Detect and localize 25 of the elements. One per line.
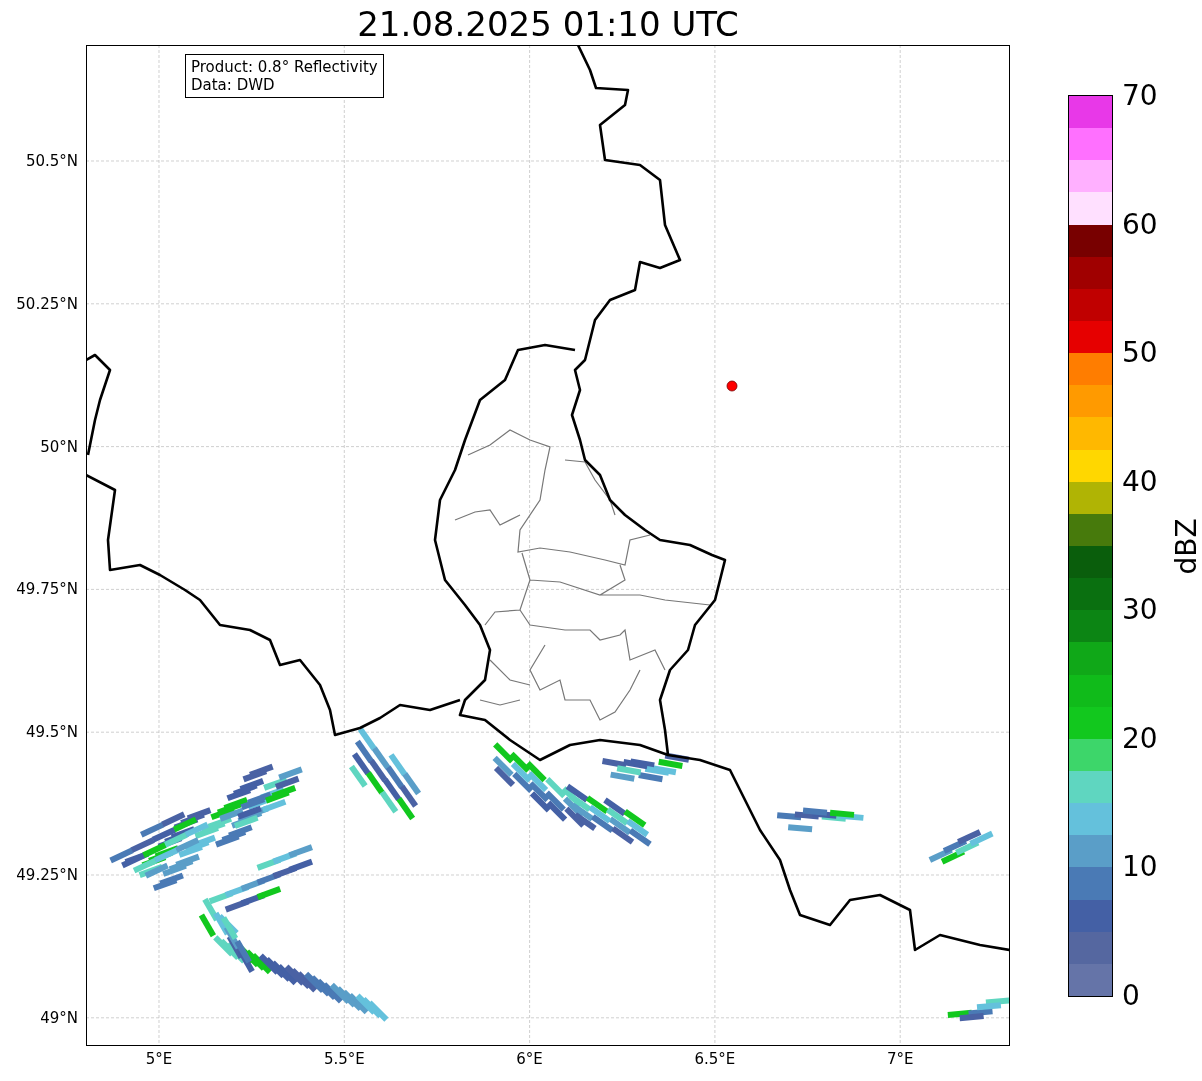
latitude-label: 50°N — [40, 437, 78, 456]
latitude-label: 49.75°N — [16, 580, 78, 599]
colorbar-tick-label: 20 — [1122, 721, 1158, 755]
longitude-label: 7°E — [886, 1050, 914, 1068]
location-marker — [726, 380, 738, 392]
latitude-label: 49°N — [40, 1008, 78, 1027]
longitude-label: 6.5°E — [694, 1050, 736, 1068]
latitude-label: 50.25°N — [16, 294, 78, 313]
chart-title: 21.08.2025 01:10 UTC — [356, 4, 740, 45]
legend-text: Data: DWD — [191, 76, 276, 94]
colorbar-label: dBZ — [1169, 518, 1202, 575]
longitude-label: 5.5°E — [323, 1050, 365, 1068]
colorbar-tick-label: 0 — [1122, 978, 1140, 1012]
colorbar-tick-label: 10 — [1122, 849, 1158, 883]
latitude-label: 49.25°N — [16, 866, 78, 884]
colorbar-tick-label: 40 — [1122, 464, 1158, 498]
colorbar-tick-label: 70 — [1122, 78, 1158, 112]
colorbar-tick-label: 60 — [1122, 207, 1158, 241]
colorbar-tick-label: 50 — [1122, 335, 1158, 369]
longitude-label: 6°E — [516, 1050, 543, 1068]
colorbar-tick-label: 30 — [1122, 592, 1158, 626]
legend-text: Product: 0.8° Reflectivity — [191, 58, 378, 76]
latitude-label: 50.5°N — [25, 152, 78, 170]
latitude-label: 49.5°N — [25, 723, 78, 742]
longitude-label: 5°E — [145, 1050, 173, 1068]
